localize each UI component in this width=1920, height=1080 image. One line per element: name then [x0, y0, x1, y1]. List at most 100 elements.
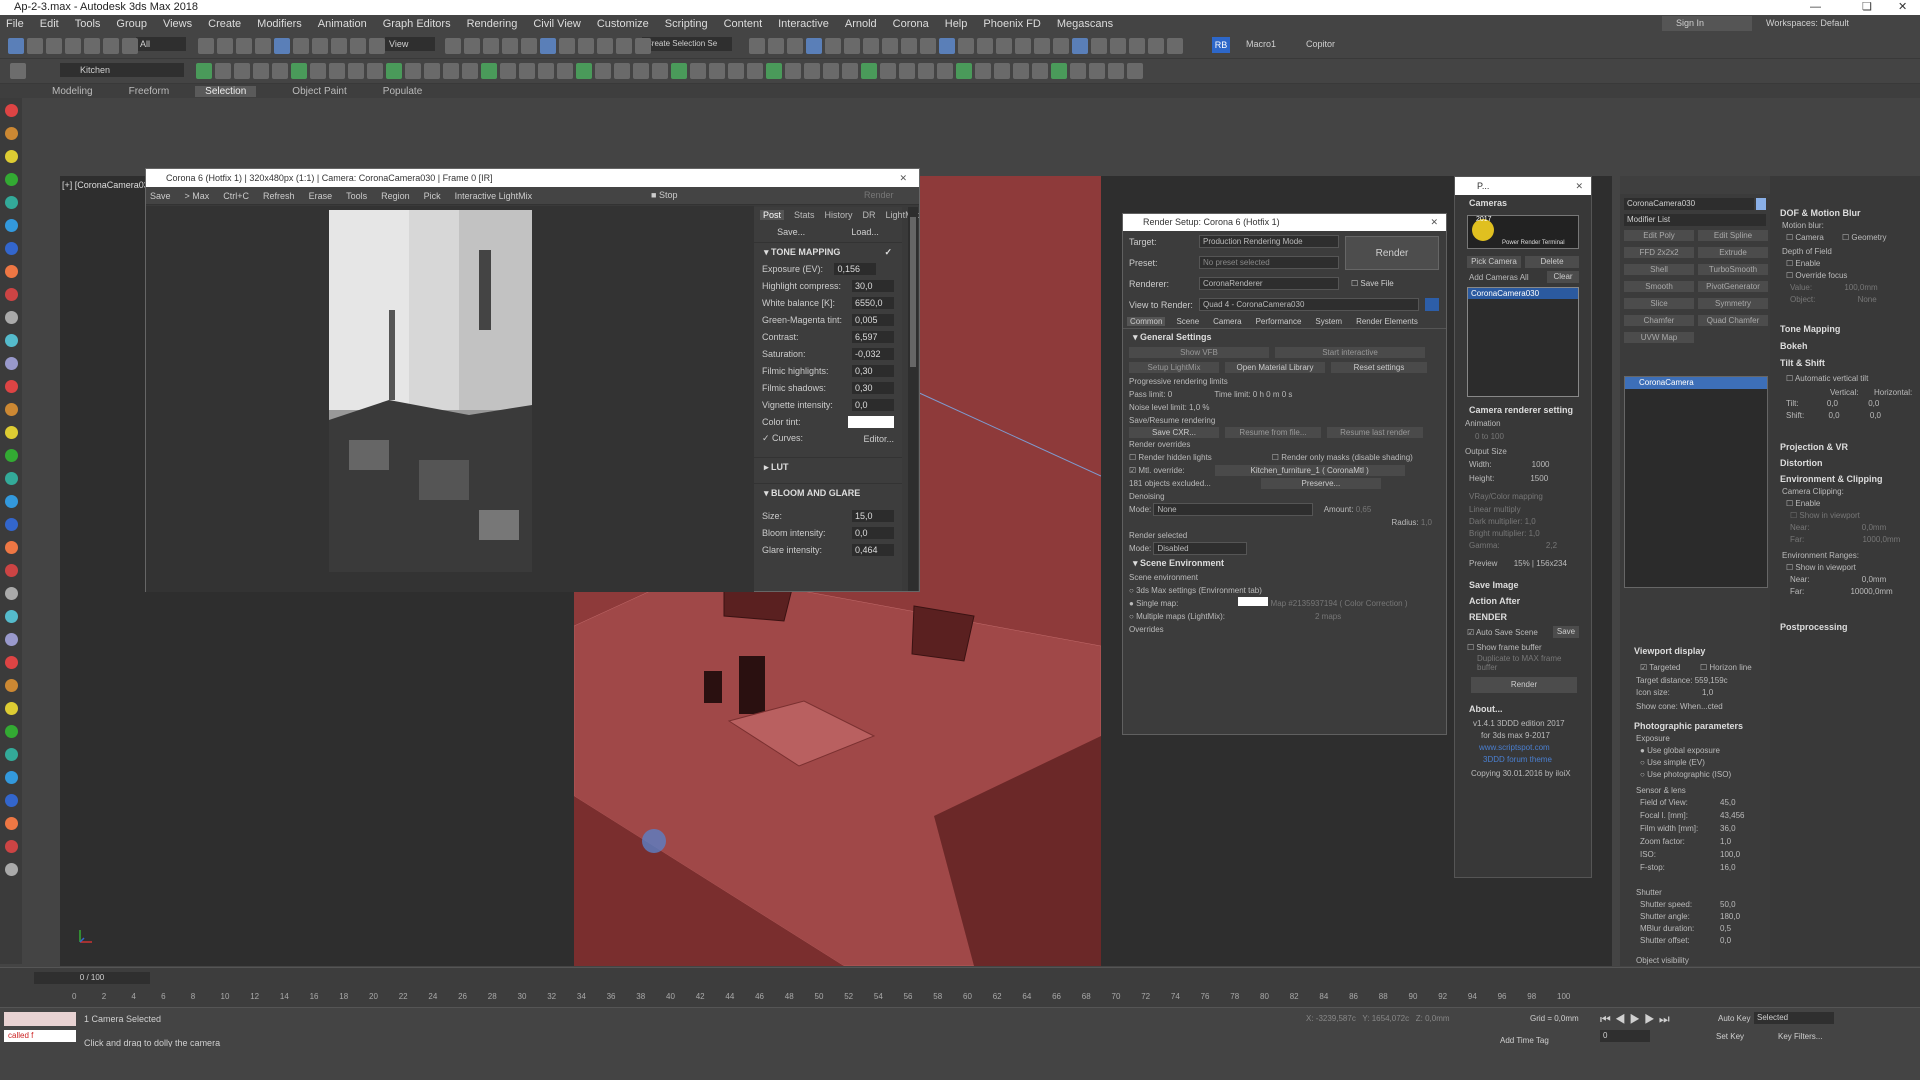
gamma-field[interactable]: 2,2: [1546, 541, 1557, 550]
toolbar-tool-icon[interactable]: [614, 63, 630, 79]
toolbar-tool-icon[interactable]: [939, 38, 955, 54]
left-tool-icon[interactable]: [5, 748, 18, 761]
cameras-header[interactable]: Cameras: [1455, 195, 1591, 211]
left-tool-icon[interactable]: [5, 196, 18, 209]
rs-tab-scene[interactable]: Scene: [1173, 317, 1202, 326]
toolbar-tool-icon[interactable]: [521, 38, 537, 54]
toolbar-tool-icon[interactable]: [331, 38, 347, 54]
modifier-button-pivotgenerator[interactable]: PivotGenerator: [1698, 281, 1768, 292]
object-name-field[interactable]: CoronaCamera030: [1624, 198, 1754, 210]
single-map-radio[interactable]: ● Single map:: [1129, 599, 1178, 608]
rs-tab-camera[interactable]: Camera: [1210, 317, 1244, 326]
param-field[interactable]: 30,0: [852, 279, 894, 292]
prt-render-button[interactable]: Render: [1471, 677, 1577, 693]
toolbar-tool-icon[interactable]: [103, 38, 119, 54]
menu-graph-editors[interactable]: Graph Editors: [383, 18, 451, 30]
left-tool-icon[interactable]: [5, 863, 18, 876]
vfb-tool-ctrl-c[interactable]: Ctrl+C: [223, 191, 249, 201]
param-field[interactable]: 0,464: [852, 543, 894, 556]
use-simple-radio[interactable]: ○ Use simple (EV): [1640, 758, 1705, 767]
rs-tab-common[interactable]: Common: [1127, 317, 1166, 326]
maximize-icon[interactable]: ❏: [1862, 0, 1872, 15]
toolbar-tool-icon[interactable]: [996, 38, 1012, 54]
ribbon-tab-freeform[interactable]: Freeform: [129, 86, 170, 97]
rs-tab-system[interactable]: System: [1312, 317, 1345, 326]
maxscript-output[interactable]: called f: [4, 1030, 76, 1042]
toolbar-tool-icon[interactable]: [633, 63, 649, 79]
reset-settings-button[interactable]: Reset settings: [1331, 362, 1427, 373]
left-tool-icon[interactable]: [5, 610, 18, 623]
toolbar-tool-icon[interactable]: [690, 63, 706, 79]
toolbar-tool-icon[interactable]: [483, 38, 499, 54]
toolbar-tool-icon[interactable]: [215, 63, 231, 79]
vfb-close-icon[interactable]: ✕: [899, 169, 907, 187]
toolbar-tool-icon[interactable]: [272, 63, 288, 79]
scene-env-header[interactable]: ▾ Scene Environment: [1123, 555, 1446, 571]
vfb-tool-pick[interactable]: Pick: [424, 191, 441, 201]
toolbar-tool-icon[interactable]: [217, 38, 233, 54]
toolbar-tool-icon[interactable]: [1032, 63, 1048, 79]
action-after-header[interactable]: Action After: [1455, 593, 1520, 609]
left-tool-icon[interactable]: [5, 449, 18, 462]
bright-mult-field[interactable]: 1,0: [1529, 529, 1540, 538]
shutter-field[interactable]: 0,5: [1720, 924, 1731, 933]
shutter-field[interactable]: 0,0: [1720, 936, 1731, 945]
left-tool-icon[interactable]: [5, 242, 18, 255]
vfb-load-button[interactable]: Load...: [851, 227, 879, 237]
left-tool-icon[interactable]: [5, 587, 18, 600]
y-field[interactable]: 1654,072c: [1372, 1014, 1409, 1023]
maps-count-button[interactable]: 2 maps: [1315, 612, 1341, 621]
shutter-field[interactable]: 180,0: [1720, 912, 1740, 921]
toolbar-tool-icon[interactable]: [540, 38, 556, 54]
toolbar-tool-icon[interactable]: [785, 63, 801, 79]
toolbar-tool-icon[interactable]: [652, 63, 668, 79]
noise-limit-field[interactable]: 1,0: [1189, 403, 1200, 412]
target-dropdown[interactable]: Production Rendering Mode: [1199, 235, 1339, 248]
vfb-save-button[interactable]: Save...: [777, 227, 805, 237]
left-tool-icon[interactable]: [5, 150, 18, 163]
modifier-button-smooth[interactable]: Smooth: [1624, 281, 1694, 292]
toolbar-tool-icon[interactable]: [236, 38, 252, 54]
pass-limit-field[interactable]: 0: [1168, 390, 1172, 399]
lut-header[interactable]: ▸ LUT: [754, 457, 902, 475]
forum-link[interactable]: 3DDD forum theme: [1483, 755, 1552, 764]
toolbar-tool-icon[interactable]: [880, 63, 896, 79]
tilt-vertical-field[interactable]: 0,0: [1827, 399, 1838, 408]
tone-mapping-header[interactable]: ▾ TONE MAPPING ✓: [754, 242, 902, 260]
resume-last-button[interactable]: Resume last render: [1327, 427, 1423, 438]
prt-close-icon[interactable]: ✕: [1575, 177, 1583, 195]
multiple-maps-radio[interactable]: ○ Multiple maps (LightMix):: [1129, 612, 1225, 621]
sign-in-button[interactable]: Sign In: [1662, 16, 1752, 31]
left-tool-icon[interactable]: [5, 794, 18, 807]
use-global-radio[interactable]: ● Use global exposure: [1640, 746, 1720, 755]
show-cone-dropdown[interactable]: When...cted: [1680, 702, 1723, 711]
menu-animation[interactable]: Animation: [318, 18, 367, 30]
ribbon-tab-selection[interactable]: Selection: [195, 85, 257, 97]
sensor-field[interactable]: 16,0: [1720, 863, 1736, 872]
excluded-button[interactable]: 181 objects excluded...: [1129, 479, 1211, 488]
toolbar-tool-icon[interactable]: [671, 63, 687, 79]
toolbar-tool-icon[interactable]: [27, 38, 43, 54]
horizon-checkbox[interactable]: ☐ Horizon line: [1700, 663, 1752, 672]
menu-edit[interactable]: Edit: [40, 18, 59, 30]
toolbar-tool-icon[interactable]: [84, 38, 100, 54]
camera-list-item[interactable]: CoronaCamera030: [1468, 288, 1578, 299]
toolbar-tool-icon[interactable]: [958, 38, 974, 54]
toolbar-tool-icon[interactable]: [481, 63, 497, 79]
modifier-button-shell[interactable]: Shell: [1624, 264, 1694, 275]
toolbar-tool-icon[interactable]: [369, 38, 385, 54]
override-focus-checkbox[interactable]: ☐ Override focus: [1786, 271, 1847, 280]
all-cameras-button[interactable]: All: [1520, 273, 1529, 282]
render-setup-close-icon[interactable]: ✕: [1430, 214, 1438, 231]
masks-checkbox[interactable]: ☐ Render only masks (disable shading): [1272, 453, 1413, 462]
menu-interactive[interactable]: Interactive: [778, 18, 829, 30]
preview-dropdown[interactable]: 15% | 156x234: [1514, 559, 1567, 568]
dof-enable-checkbox[interactable]: ☐ Enable: [1786, 259, 1820, 268]
clip-far-field[interactable]: 1000,0mm: [1862, 535, 1900, 544]
env-show-vp-checkbox[interactable]: ☐ Show in viewport: [1786, 563, 1856, 572]
modifier-button-edit-spline[interactable]: Edit Spline: [1698, 230, 1768, 241]
add-cameras-button[interactable]: Add Cameras: [1469, 273, 1518, 282]
hidden-lights-checkbox[interactable]: ☐ Render hidden lights: [1129, 453, 1212, 462]
time-slider[interactable]: 0 / 100: [34, 972, 150, 984]
toolbar-tool-icon[interactable]: [899, 63, 915, 79]
